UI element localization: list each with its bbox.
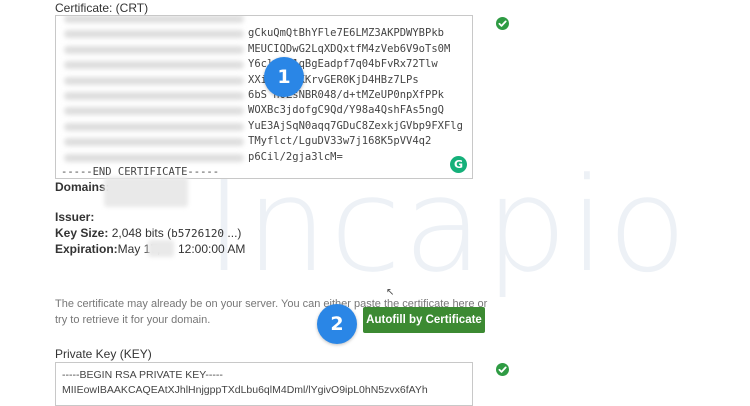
key-size-suffix: ...) xyxy=(224,226,242,240)
certificate-line: WOXBc3jdofgC9Qd/Y98a4QshFAs5ngQ xyxy=(56,103,472,118)
private-key-label: Private Key (KEY) xyxy=(55,347,152,361)
expiration-row: Expiration:May 17, xyxy=(55,242,160,256)
certificate-content: gCkuQmQtBhYFle7E6LMZ3AKPDWYBPkb MEUCIQDw… xyxy=(56,16,472,178)
certificate-line: p6Cil/2gja3lcM= xyxy=(56,150,472,165)
mouse-cursor-icon: ↖ xyxy=(386,287,395,298)
private-key-textarea[interactable]: -----BEGIN RSA PRIVATE KEY----- MIIEowIB… xyxy=(55,362,473,406)
certificate-line: MEUCIQDwG2LqXDQxtfM4zVeb6V9oTs0M xyxy=(56,42,472,57)
autofill-by-certificate-button[interactable]: Autofill by Certificate xyxy=(363,307,485,333)
certificate-line xyxy=(56,16,472,26)
grammarly-icon[interactable]: G xyxy=(450,156,467,173)
expiration-time: 12:00:00 AM xyxy=(178,242,246,256)
private-key-line: MIIEowIBAAKCAQEAtXJhlHnjgppTXdLbu6qlM4Dm… xyxy=(62,384,428,396)
private-key-begin-line: -----BEGIN RSA PRIVATE KEY----- xyxy=(62,369,223,381)
expiration-year-redacted xyxy=(148,240,174,257)
certificate-line: gCkuQmQtBhYFle7E6LMZ3AKPDWYBPkb xyxy=(56,26,472,41)
key-size-label: Key Size: xyxy=(55,226,109,240)
step-2-badge: 2 xyxy=(317,304,357,344)
certificate-line: 6bS hOZsNBR048/d+tMZeUP0npXfPPk xyxy=(56,88,472,103)
certificate-line: YuE3AjSqN0aqq7GDuC8ZexkjGVbp9FXFlg xyxy=(56,119,472,134)
issuer-label: Issuer: xyxy=(55,210,95,224)
certificate-line: TMyflct/LguDV33w7j168K5pVV4q2 xyxy=(56,134,472,149)
certificate-textarea[interactable]: gCkuQmQtBhYFle7E6LMZ3AKPDWYBPkb MEUCIQDw… xyxy=(55,15,473,179)
key-size-value: 2,048 bits ( xyxy=(111,226,172,240)
expiration-label: Expiration: xyxy=(55,242,118,256)
certificate-valid-check-icon xyxy=(496,17,509,30)
domains-redacted xyxy=(104,177,188,207)
private-key-valid-check-icon xyxy=(496,363,509,376)
step-1-badge: 1 xyxy=(264,57,304,97)
key-size-hash: b5726120 xyxy=(171,227,225,240)
key-size-row: Key Size: 2,048 bits (b5726120 ...) xyxy=(55,226,241,240)
domains-label: Domains: xyxy=(55,180,110,194)
certificate-label: Certificate: (CRT) xyxy=(55,1,149,15)
